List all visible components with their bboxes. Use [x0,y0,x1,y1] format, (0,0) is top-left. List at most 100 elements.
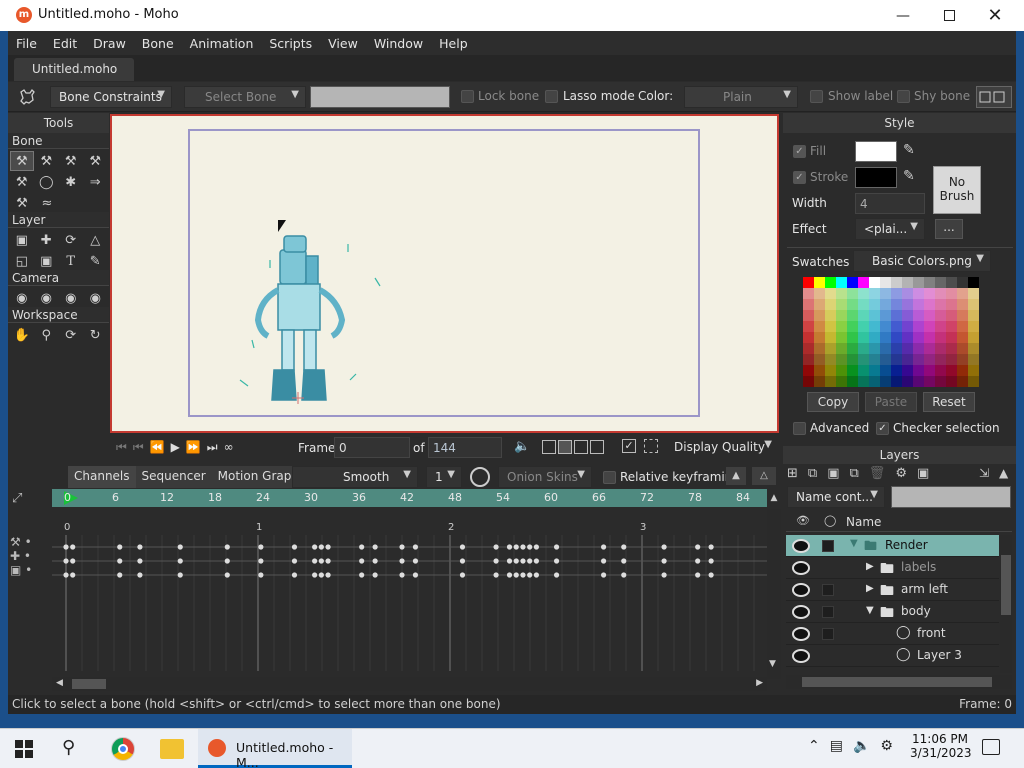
color-swatch[interactable] [946,299,957,310]
keyframe-marker[interactable] [513,544,519,550]
keyframe-marker[interactable] [513,558,519,564]
keyframe-grid[interactable] [52,521,767,671]
color-swatch[interactable] [957,343,968,354]
color-swatch[interactable] [891,354,902,365]
fill-checkbox[interactable]: ✓ [793,145,806,158]
color-swatch[interactable] [957,332,968,343]
keyframe-marker[interactable] [533,558,539,564]
eye-icon[interactable] [792,627,810,641]
layer-settings-icon[interactable]: ⚙ [895,466,907,481]
layer-compare-icon[interactable]: ▣ [917,466,929,481]
total-frames-input[interactable]: 144 [428,437,502,458]
keyframe-marker[interactable] [372,572,378,578]
single-view-icon[interactable] [542,440,556,454]
checker-selection-checkbox[interactable]: ✓ [876,422,889,435]
color-swatch[interactable] [935,354,946,365]
color-swatch[interactable] [825,354,836,365]
color-swatch[interactable] [803,376,814,387]
color-swatch[interactable] [869,310,880,321]
bone-options-icon[interactable] [976,86,1012,108]
keyframe-marker[interactable] [258,544,264,550]
keyframe-marker[interactable] [412,558,419,564]
keyframe-marker[interactable] [621,544,627,550]
horizontal-split-icon[interactable] [574,440,588,454]
keyframe-marker[interactable] [601,558,607,564]
keyframe-marker[interactable] [224,572,230,578]
stroke-eyedropper-icon[interactable]: ✎ [903,168,915,184]
bone-physics-tool-icon[interactable]: ◯ [35,172,59,192]
first-frame-icon[interactable]: ⏮ [133,440,144,455]
keyframe-marker[interactable] [527,544,533,550]
paste-style-button[interactable]: Paste [865,392,917,412]
layer-lock-toggle[interactable] [822,562,834,574]
menu-scripts[interactable]: Scripts [261,36,320,51]
color-swatch[interactable] [957,310,968,321]
keyframe-marker[interactable] [325,544,331,550]
keyframe-marker[interactable] [459,544,466,550]
swatches-dropdown[interactable]: Basic Colors.png ▼ [853,250,991,272]
color-swatch[interactable] [946,310,957,321]
frame-ruler[interactable]: 0 6 12 18 24 30 36 42 48 54 60 66 72 78 84 [52,489,767,507]
color-swatch[interactable] [913,310,924,321]
chevron-down-icon[interactable]: ▼ [866,605,874,616]
eye-icon[interactable] [792,583,810,597]
keyframe-marker[interactable] [513,572,519,578]
keyframe-marker[interactable] [661,558,667,564]
color-swatch[interactable] [825,332,836,343]
reparent-bone-tool-icon[interactable]: ⚒ [59,151,82,171]
scroll-down-icon[interactable]: ▼ [769,659,776,669]
keyframe-marker[interactable] [117,558,123,564]
color-swatch[interactable] [825,277,836,288]
keyframe-marker[interactable] [708,572,714,578]
keyframe-marker[interactable] [177,558,183,564]
keyframe-marker[interactable] [399,544,405,550]
duplicate-layer-icon[interactable]: ⧉ [808,466,817,481]
color-swatch[interactable] [946,365,957,376]
keyframe-marker[interactable] [137,558,143,564]
last-frame-icon[interactable]: ⏭ [207,440,218,455]
frame-input[interactable]: 0 [334,437,410,458]
manipulate-bones-tool-icon[interactable]: ✱ [59,172,83,192]
layer-lock-toggle[interactable] [822,540,834,552]
color-swatch[interactable] [803,310,814,321]
keyframe-marker[interactable] [601,572,607,578]
color-swatch[interactable] [902,343,913,354]
color-swatch[interactable] [935,310,946,321]
keyframe-marker[interactable] [506,572,513,578]
keyframe-marker[interactable] [553,572,560,578]
color-swatch[interactable] [880,310,891,321]
color-swatch[interactable] [968,365,979,376]
zoom-in-timeline-icon[interactable]: ▲ [726,467,746,485]
file-explorer-icon[interactable] [160,739,184,759]
color-swatch[interactable] [858,365,869,376]
color-swatch[interactable] [913,343,924,354]
keyframe-marker[interactable] [601,544,607,550]
color-swatch[interactable] [803,288,814,299]
color-swatch[interactable] [814,321,825,332]
layer-row-arm-left[interactable]: ▶ 🖿 arm left [786,579,999,601]
layer-lock-toggle[interactable] [822,628,834,640]
keyframe-marker[interactable] [527,558,533,564]
color-swatch[interactable] [902,277,913,288]
color-swatch[interactable] [957,354,968,365]
volume-icon[interactable]: 🔈 [853,738,870,754]
keyframe-marker[interactable] [493,558,499,564]
color-swatch[interactable] [891,288,902,299]
expand-timeline-icon[interactable]: ⤢ [12,491,22,506]
color-swatch[interactable] [935,299,946,310]
keyframe-marker[interactable] [312,558,318,564]
color-swatch[interactable] [891,365,902,376]
keyframe-marker[interactable] [258,572,264,578]
scroll-right-icon[interactable]: ▶ [756,678,763,688]
color-swatch[interactable] [913,354,924,365]
rotate-workspace-icon[interactable]: ⟳ [59,325,83,345]
chrome-icon[interactable] [111,737,135,761]
color-swatch[interactable] [891,310,902,321]
layer-row-front[interactable]: ◯ front [786,623,999,645]
keyframe-marker[interactable] [318,558,324,564]
roll-camera-tool-icon[interactable]: ◉ [59,288,83,308]
taskbar-moho-app[interactable]: Untitled.moho - M... [198,729,352,768]
color-swatch[interactable] [814,277,825,288]
keyframe-marker[interactable] [533,572,539,578]
color-swatch[interactable] [869,277,880,288]
